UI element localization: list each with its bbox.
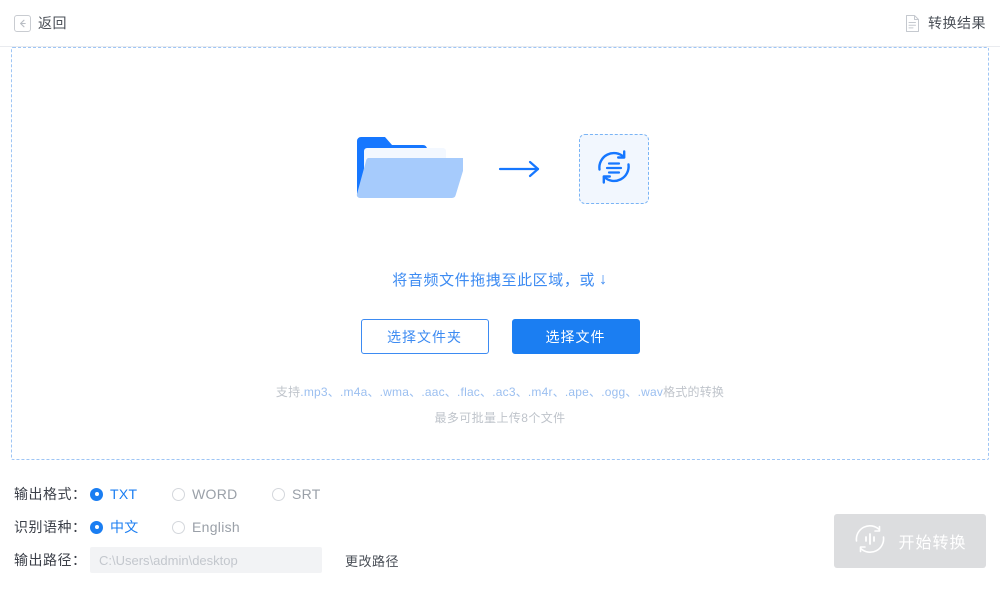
- language-label: 识别语种：: [14, 519, 87, 535]
- radio-dot-icon: [90, 520, 103, 534]
- arrow-right-icon: [493, 154, 549, 184]
- radio-output-format-srt[interactable]: SRT: [272, 486, 321, 502]
- back-button[interactable]: 返回: [14, 10, 67, 36]
- formats-prefix: 支持: [275, 385, 301, 399]
- arrow-left-icon: [14, 14, 31, 32]
- radio-language-chinese[interactable]: 中文: [90, 517, 172, 537]
- start-convert-label: 开始转换: [898, 535, 967, 552]
- conversion-result-label: 转换结果: [928, 15, 986, 31]
- radio-label: SRT: [292, 486, 321, 502]
- arrow-down-icon: ↓: [599, 270, 608, 288]
- select-file-button[interactable]: 选择文件: [511, 319, 640, 354]
- radio-label: TXT: [110, 486, 138, 502]
- file-dropzone[interactable]: 将音频文件拖拽至此区域，或 ↓ 选择文件夹 选择文件 支持.mp3、.m4a、.…: [11, 47, 989, 460]
- upload-limit-text: 最多可批量上传8个文件: [434, 411, 566, 425]
- audio-wave-circle-icon: [853, 522, 887, 561]
- output-path-label: 输出路径：: [14, 552, 87, 568]
- app-header: 返回 转换结果: [0, 0, 1000, 47]
- audio-convert-icon: [593, 146, 635, 193]
- language-row: 识别语种： 中文 English: [14, 511, 714, 543]
- radio-dot-icon: [90, 487, 103, 501]
- radio-dot-icon: [172, 487, 185, 501]
- radio-dot-icon: [172, 520, 185, 534]
- radio-output-format-word[interactable]: WORD: [172, 486, 272, 502]
- select-folder-button[interactable]: 选择文件夹: [360, 319, 489, 354]
- output-format-label: 输出格式：: [14, 486, 87, 502]
- start-convert-button[interactable]: 开始转换: [834, 514, 986, 568]
- radio-label: WORD: [192, 486, 238, 502]
- supported-formats-text: 支持.mp3、.m4a、.wma、.aac、.flac、.ac3、.m4r、.a…: [276, 383, 724, 400]
- drag-hint-text: 将音频文件拖拽至此区域，或: [392, 272, 596, 289]
- radio-label: English: [192, 519, 241, 535]
- file-action-buttons: 选择文件夹 选择文件: [360, 319, 640, 354]
- settings-panel: 输出格式： TXT WORD SRT 识别语种： 中文 English 输出路径…: [14, 478, 714, 577]
- radio-dot-icon: [272, 487, 285, 501]
- folder-icon: [351, 131, 466, 207]
- audio-convert-target: [579, 134, 649, 204]
- language-radio-group: 中文 English: [90, 517, 240, 537]
- formats-suffix: 格式的转换: [663, 385, 725, 399]
- radio-language-english[interactable]: English: [172, 519, 240, 535]
- formats-list: .mp3、.m4a、.wma、.aac、.flac、.ac3、.m4r、.ape…: [300, 385, 664, 399]
- document-icon: [904, 14, 921, 33]
- radio-output-format-txt[interactable]: TXT: [90, 486, 172, 502]
- conversion-result-button[interactable]: 转换结果: [904, 10, 986, 36]
- change-path-link[interactable]: 更改路径: [345, 551, 399, 570]
- back-button-label: 返回: [38, 15, 67, 31]
- output-format-radio-group: TXT WORD SRT: [90, 486, 321, 502]
- output-path-input[interactable]: [90, 547, 322, 573]
- drag-hint: 将音频文件拖拽至此区域，或 ↓: [392, 269, 607, 290]
- radio-label: 中文: [110, 519, 139, 535]
- output-path-row: 输出路径： 更改路径: [14, 544, 714, 576]
- dropzone-illustration: [351, 131, 649, 207]
- output-format-row: 输出格式： TXT WORD SRT: [14, 478, 714, 510]
